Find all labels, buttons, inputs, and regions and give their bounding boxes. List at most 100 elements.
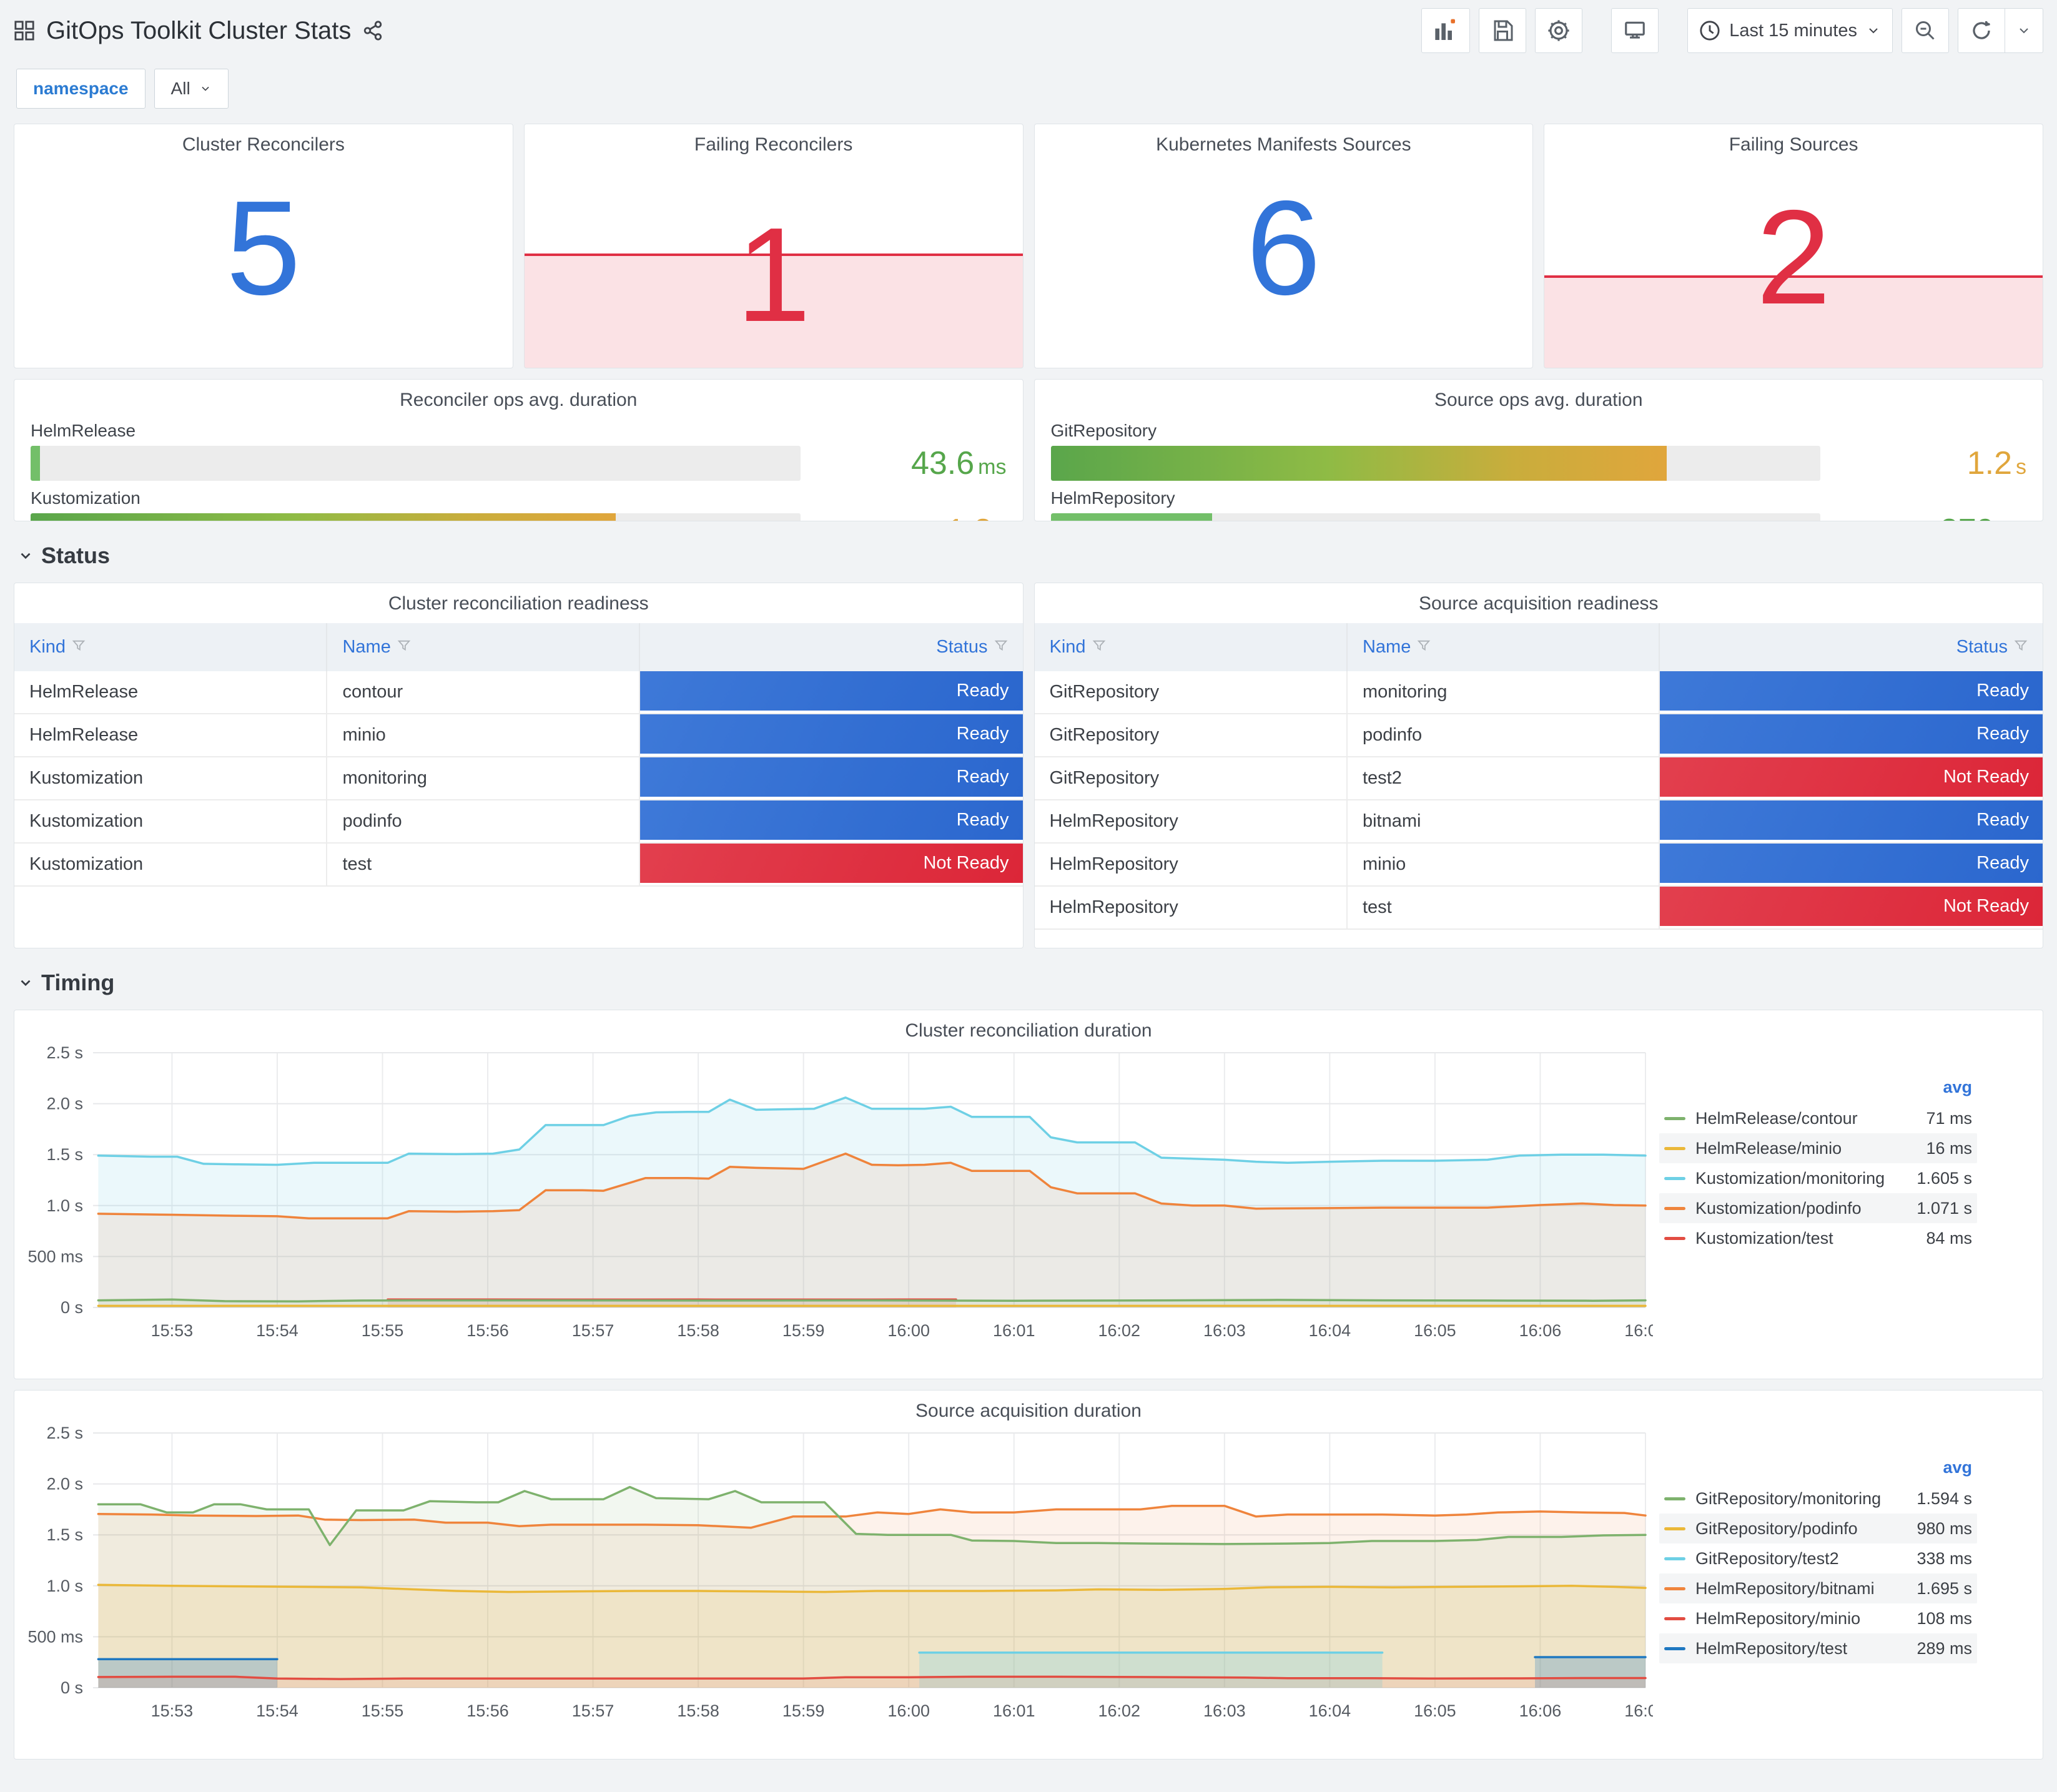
column-header-status[interactable]: Status — [1659, 623, 2043, 671]
legend-series-label[interactable]: HelmRelease/minio — [1695, 1139, 1885, 1158]
legend-series-dash — [1664, 1236, 1685, 1240]
refresh-interval-dropdown[interactable] — [2005, 8, 2043, 53]
dashboard-toolbar: Last 15 minutes — [1421, 8, 2043, 53]
dashboards-grid-icon[interactable] — [14, 20, 35, 41]
page-title: GitOps Toolkit Cluster Stats — [46, 16, 352, 44]
kind-cell: HelmRepository — [1034, 800, 1348, 844]
gauge-panel-title[interactable]: Reconciler ops avg. duration — [28, 380, 1009, 411]
section-timing-label: Timing — [41, 970, 115, 995]
gauge-value: 43.6 ms — [910, 445, 1007, 481]
time-range-picker[interactable]: Last 15 minutes — [1687, 8, 1893, 53]
legend-series-label[interactable]: HelmRepository/minio — [1695, 1609, 1885, 1628]
column-header-status[interactable]: Status — [639, 623, 1023, 671]
legend-series-label[interactable]: HelmRelease/contour — [1695, 1109, 1885, 1128]
legend-series-avg: 16 ms — [1926, 1138, 1972, 1158]
column-header-name[interactable]: Name — [1346, 623, 1660, 671]
chevron-down-icon — [1866, 23, 1881, 38]
stat-panel-title[interactable]: Cluster Reconcilers — [14, 124, 513, 155]
svg-text:16:04: 16:04 — [1309, 1701, 1351, 1720]
legend-series-dash — [1664, 1206, 1685, 1210]
section-status[interactable]: Status — [17, 543, 2043, 569]
legend-series-label[interactable]: Kustomization/podinfo — [1695, 1199, 1885, 1218]
share-icon[interactable] — [362, 20, 383, 41]
status-badge: Ready — [639, 757, 1023, 797]
column-header-kind[interactable]: Kind — [1034, 623, 1348, 671]
column-header-name[interactable]: Name — [327, 623, 640, 671]
table-panel-title[interactable]: Source acquisition readiness — [1035, 583, 2043, 614]
name-cell: minio — [327, 714, 640, 757]
svg-text:16:01: 16:01 — [993, 1321, 1035, 1340]
svg-text:16:02: 16:02 — [1098, 1701, 1140, 1720]
section-timing[interactable]: Timing — [17, 970, 2043, 996]
table-row: HelmRelease contour Ready — [14, 671, 1023, 714]
svg-text:16:00: 16:00 — [887, 1321, 930, 1340]
cycle-view-mode-button[interactable] — [1611, 8, 1659, 53]
legend-series-label[interactable]: Kustomization/monitoring — [1695, 1169, 1885, 1188]
timeseries-panel: Source acquisition duration 15:53 15:54 15:… — [14, 1390, 2043, 1760]
name-cell: minio — [1346, 843, 1660, 887]
legend-item: HelmRelease/contour 71 ms — [1659, 1103, 1977, 1133]
svg-text:15:59: 15:59 — [782, 1701, 825, 1720]
gauge-panel-title[interactable]: Source ops avg. duration — [1048, 380, 2030, 411]
stat-panel: Kubernetes Manifests Sources 6 — [1033, 124, 1534, 368]
svg-text:15:59: 15:59 — [782, 1321, 825, 1340]
timeseries-plot[interactable]: 15:53 15:54 15:55 15:56 15:57 15:58 15:59 16:00… — [23, 1423, 1653, 1726]
legend-series-label[interactable]: HelmRepository/test — [1695, 1639, 1885, 1658]
status-badge: Ready — [639, 671, 1023, 711]
kind-cell: GitRepository — [1034, 757, 1348, 800]
legend-series-avg: 1.071 s — [1916, 1198, 1972, 1218]
namespace-variable-value[interactable]: All — [154, 69, 229, 109]
zoom-out-time-button[interactable] — [1902, 8, 1949, 53]
save-dashboard-button[interactable] — [1479, 8, 1527, 53]
readiness-table: Kind Name Status HelmRelease contour Ready Hel… — [14, 623, 1023, 887]
gauge-track — [31, 513, 801, 521]
legend-series-label[interactable]: GitRepository/monitoring — [1695, 1489, 1885, 1509]
namespace-variable-selected: All — [170, 79, 190, 98]
column-header-kind[interactable]: Kind — [14, 623, 328, 671]
refresh-button[interactable] — [1958, 8, 2005, 53]
chart-panel-title[interactable]: Cluster reconciliation duration — [14, 1010, 2043, 1041]
svg-text:2.0 s: 2.0 s — [46, 1475, 83, 1494]
table-row: GitRepository test2 Not Ready — [1034, 757, 2043, 800]
svg-text:15:58: 15:58 — [677, 1321, 719, 1340]
chevron-down-icon — [21, 553, 31, 559]
svg-text:15:56: 15:56 — [466, 1701, 509, 1720]
table-row: HelmRelease minio Ready — [14, 714, 1023, 757]
timeseries-plot[interactable]: 15:53 15:54 15:55 15:56 15:57 15:58 15:59 16:00… — [23, 1043, 1653, 1346]
svg-text:16:07: 16:07 — [1624, 1701, 1653, 1720]
add-panel-button[interactable] — [1421, 8, 1471, 53]
gauge-row: Kustomization 1.3s — [31, 488, 1007, 521]
gauge-fill — [1050, 513, 1213, 521]
status-cell: Ready — [1659, 714, 2043, 757]
status-badge: Ready — [639, 714, 1023, 754]
legend-series-dash — [1664, 1497, 1685, 1500]
gauge-value: 1.2 s — [1966, 445, 2026, 481]
dashboard-settings-button[interactable] — [1535, 8, 1583, 53]
stat-panel-title[interactable]: Failing Sources — [1544, 124, 2043, 155]
svg-text:0 s: 0 s — [61, 1678, 83, 1697]
legend-series-label[interactable]: HelmRepository/bitnami — [1695, 1579, 1885, 1598]
table-row: GitRepository monitoring Ready — [1034, 671, 2043, 714]
table-panel-title[interactable]: Cluster reconciliation readiness — [14, 583, 1023, 614]
stat-panel-title[interactable]: Kubernetes Manifests Sources — [1035, 124, 1533, 155]
svg-text:15:56: 15:56 — [466, 1321, 509, 1340]
stat-panel-title[interactable]: Failing Reconcilers — [525, 124, 1023, 155]
svg-text:15:57: 15:57 — [572, 1701, 614, 1720]
chart-panel-title[interactable]: Source acquisition duration — [14, 1391, 2043, 1422]
namespace-variable-label[interactable]: namespace — [16, 69, 146, 109]
legend-series-label[interactable]: GitRepository/podinfo — [1695, 1519, 1885, 1538]
name-cell: contour — [327, 671, 640, 714]
charts-column: Cluster reconciliation duration 15:53 15:5… — [14, 1010, 2043, 1760]
gauge-label: HelmRelease — [31, 421, 136, 440]
legend-series-label[interactable]: Kustomization/test — [1695, 1229, 1885, 1248]
gauge-line: 879ms — [1050, 512, 2027, 521]
table-row: GitRepository podinfo Ready — [1034, 714, 2043, 757]
status-badge: Ready — [1660, 671, 2043, 711]
status-badge: Ready — [1660, 714, 2043, 754]
legend-series-dash — [1664, 1617, 1685, 1620]
chevron-down-icon — [21, 980, 31, 987]
gauge-label: Kustomization — [31, 488, 141, 508]
chevron-down-icon — [202, 86, 209, 91]
legend-series-label[interactable]: GitRepository/test2 — [1695, 1549, 1885, 1568]
section-status-label: Status — [41, 543, 111, 568]
